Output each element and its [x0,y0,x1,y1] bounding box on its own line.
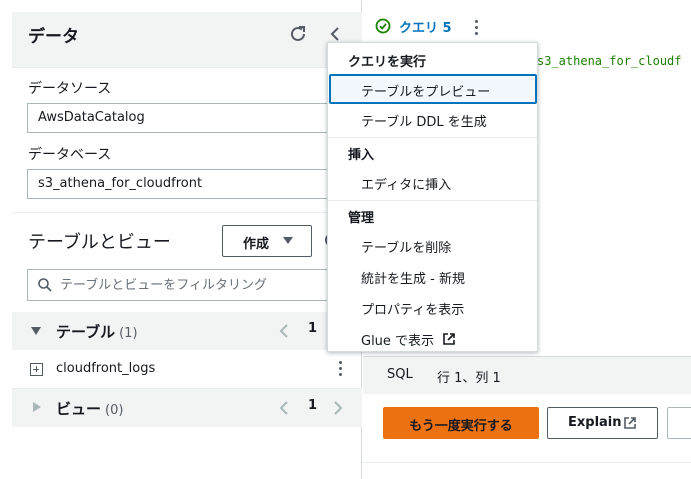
external-link-icon [624,417,636,429]
chevron-left-icon[interactable] [276,398,292,418]
menu-separator [328,200,537,201]
divider [363,462,691,463]
caret-down-icon [283,237,293,244]
run-again-button[interactable]: もう一度実行する [383,407,539,439]
explain-button[interactable]: Explain [547,407,658,439]
expanded-caret-icon [31,327,41,335]
divider [12,212,362,213]
table-context-menu: クエリを実行 テーブルをプレビュー テーブル DDL を生成 挿入 エディタに挿… [327,42,538,352]
menu-item-generate-ddl[interactable]: テーブル DDL を生成 [329,104,537,134]
tables-count: (1) [119,326,138,341]
menu-separator [328,137,537,138]
explain-label: Explain [568,415,622,430]
status-mode: SQL [387,367,413,382]
menu-item-insert-editor[interactable]: エディタに挿入 [329,167,537,197]
tab-kebab-icon[interactable] [475,20,481,36]
views-label-text: ビュー [56,400,102,418]
views-group-header[interactable]: ビュー (0) 1 [12,389,362,427]
filter-search [27,269,347,301]
tables-label-text: テーブル [56,323,116,341]
chevron-left-icon[interactable] [276,321,292,341]
menu-item-delete-table[interactable]: テーブルを削除 [329,230,537,260]
tab-label: クエリ 5 [399,21,452,36]
menu-group-insert: 挿入 [348,148,375,163]
menu-item-preview-table[interactable]: テーブルをプレビュー [329,74,537,104]
show-in-glue-label: Glue で表示 [361,334,435,349]
collapsed-caret-icon [33,402,41,412]
more-actions-button[interactable] [667,407,691,439]
data-panel: データ データソース AwsDataCatalog データベース s3_athe… [0,0,362,479]
data-source-value: AwsDataCatalog [38,110,145,125]
filter-search-input[interactable] [60,275,340,295]
search-icon [38,278,52,292]
plus-box-icon[interactable] [30,363,43,376]
kebab-icon[interactable] [338,361,344,379]
data-panel-header: データ [12,12,362,68]
database-label: データベース [28,147,112,163]
views-count: (0) [105,403,124,418]
status-position: 行 1、列 1 [437,371,501,386]
chevron-right-icon[interactable] [330,398,346,418]
data-source-label: データソース [28,81,112,97]
data-panel-title: データ [28,27,79,47]
menu-group-manage: 管理 [348,211,375,226]
tables-views-title: テーブルとビュー [28,232,171,253]
tables-page-number: 1 [308,321,318,336]
views-page-number: 1 [308,398,318,413]
create-button[interactable]: 作成 [222,225,312,257]
editor-status-bar: SQL 行 1、列 1 [363,356,691,394]
menu-item-generate-stats[interactable]: 統計を生成 - 新規 [329,261,537,291]
database-value: s3_athena_for_cloudfront [38,176,203,191]
menu-item-show-in-glue[interactable]: Glue で表示 [329,323,537,353]
table-row[interactable]: cloudfront_logs [12,351,362,389]
database-select[interactable]: s3_athena_for_cloudfront [27,169,347,199]
table-name: cloudfront_logs [56,361,156,376]
menu-group-run: クエリを実行 [348,55,427,70]
data-source-select[interactable]: AwsDataCatalog [27,103,347,133]
tables-group-label: テーブル (1) [56,321,138,342]
views-group-label: ビュー (0) [56,398,123,419]
tables-group-header[interactable]: テーブル (1) 1 [12,312,362,350]
create-button-label: 作成 [243,237,270,252]
refresh-icon[interactable] [288,24,308,44]
external-link-icon [443,333,455,345]
check-circle-icon [375,18,391,34]
menu-item-show-properties[interactable]: プロパティを表示 [329,292,537,322]
editor-code-line[interactable]: s3_athena_for_cloudf [537,54,682,68]
collapse-icon[interactable] [326,24,344,44]
